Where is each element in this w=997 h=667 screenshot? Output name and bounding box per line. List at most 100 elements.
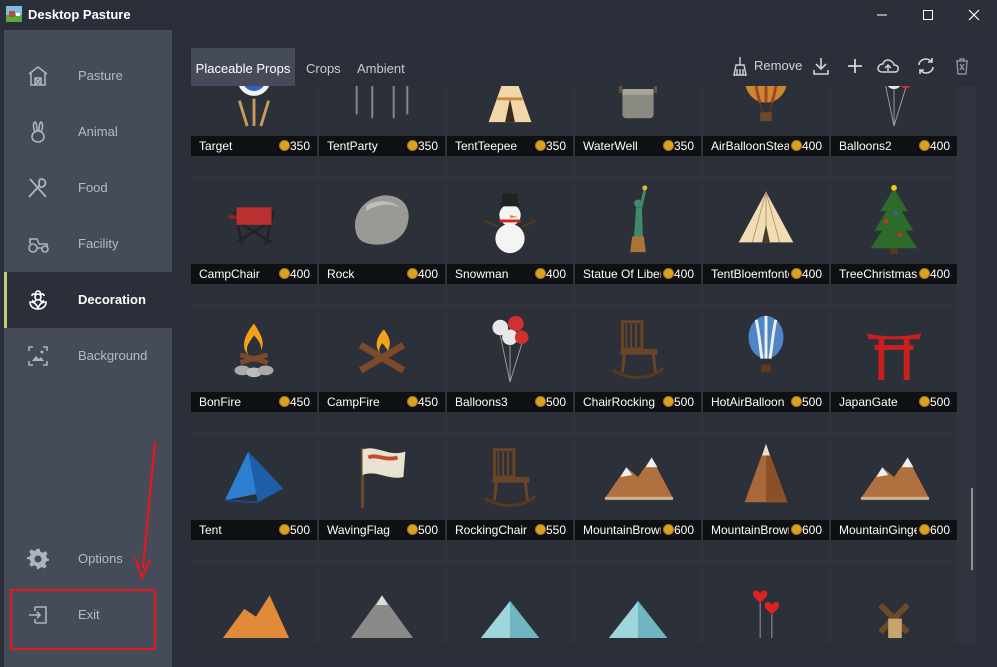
item-card[interactable] xyxy=(191,562,317,643)
item-card[interactable]: RockingChair 550 xyxy=(447,434,573,560)
item-card[interactable]: TentTeepee 350 xyxy=(447,86,573,176)
item-caption: Target 350 xyxy=(191,136,317,156)
cloud-upload-icon xyxy=(877,59,899,73)
item-price: 400 xyxy=(930,139,951,153)
item-price: 400 xyxy=(674,267,695,281)
refresh-icon xyxy=(918,58,934,74)
item-card[interactable]: TentBloemfontein 400 xyxy=(703,178,829,304)
upload-button[interactable] xyxy=(876,54,902,78)
item-caption: TreeChristmas 400 xyxy=(831,264,957,284)
coin-icon xyxy=(663,140,674,151)
download-icon xyxy=(813,58,829,75)
coin-icon xyxy=(663,268,674,279)
sidebar-item-background[interactable]: Background xyxy=(4,328,172,384)
item-card[interactable] xyxy=(831,562,957,643)
tab-ambient-decor[interactable]: Ambient Decor xyxy=(357,48,405,118)
item-price: 350 xyxy=(546,139,567,153)
close-button[interactable] xyxy=(951,0,997,30)
sidebar-item-pasture[interactable]: Pasture xyxy=(4,48,172,104)
item-caption: TentTeepee 350 xyxy=(447,136,573,156)
item-card[interactable]: WavingFlag 500 xyxy=(319,434,445,560)
archery-target-icon xyxy=(237,86,271,127)
item-card[interactable]: Tent 500 xyxy=(191,434,317,560)
item-card[interactable]: AirBalloonSteampunk 400 xyxy=(703,86,829,176)
item-name: AirBalloonSteampunk xyxy=(711,139,789,153)
item-card[interactable]: CampFire 450 xyxy=(319,306,445,432)
remove-button[interactable]: Remove xyxy=(730,54,802,78)
item-card[interactable]: Balloons3 500 xyxy=(447,306,573,432)
sidebar-item-facility[interactable]: Facility xyxy=(4,216,172,272)
sidebar-item-label: Background xyxy=(78,348,148,363)
item-price: 450 xyxy=(290,395,311,409)
item-card[interactable]: MountainGinger 600 xyxy=(831,434,957,560)
item-card[interactable] xyxy=(319,562,445,643)
item-price: 500 xyxy=(546,395,567,409)
item-caption: BonFire 450 xyxy=(191,392,317,412)
campfire-icon xyxy=(358,329,406,374)
item-caption: MountainBrown 600 xyxy=(703,520,829,540)
rocking-chair-icon xyxy=(483,448,537,507)
item-card[interactable]: Target 350 xyxy=(191,86,317,176)
item-card[interactable] xyxy=(447,562,573,643)
item-price: 500 xyxy=(802,395,823,409)
scrollbar-thumb[interactable] xyxy=(971,488,973,570)
minimize-button[interactable] xyxy=(859,0,905,30)
download-button[interactable] xyxy=(811,54,833,78)
coin-icon xyxy=(919,268,930,279)
item-card[interactable]: Rock 400 xyxy=(319,178,445,304)
item-name: TentTeepee xyxy=(455,139,518,153)
delete-button[interactable] xyxy=(952,54,972,78)
item-card[interactable]: HotAirBalloon 500 xyxy=(703,306,829,432)
item-card[interactable]: Statue Of Liberty 400 xyxy=(575,178,701,304)
item-caption: Balloons2 400 xyxy=(831,136,957,156)
sidebar-item-label: Facility xyxy=(78,236,119,251)
item-price: 500 xyxy=(930,395,951,409)
mountain-ice-icon xyxy=(608,601,668,639)
item-card[interactable]: Balloons2 400 xyxy=(831,86,957,176)
item-card[interactable] xyxy=(575,562,701,643)
water-well-icon xyxy=(619,86,657,119)
item-caption: MountainBrown 600 xyxy=(575,520,701,540)
rocking-chair-icon xyxy=(611,320,665,379)
sidebar-item-food[interactable]: Food xyxy=(4,160,172,216)
item-card[interactable]: MountainBrown 600 xyxy=(703,434,829,560)
item-price: 400 xyxy=(802,267,823,281)
item-card[interactable]: Snowman 400 xyxy=(447,178,573,304)
balloons-icon xyxy=(885,86,911,127)
item-card[interactable] xyxy=(703,562,829,643)
mountain-orange-icon xyxy=(222,595,290,639)
tractor-icon xyxy=(28,238,49,253)
rock-icon xyxy=(355,195,409,245)
coin-icon xyxy=(407,524,418,535)
coin-icon xyxy=(535,396,546,407)
air-balloon-icon xyxy=(745,86,787,122)
sidebar-item-decoration[interactable]: Decoration xyxy=(4,272,172,328)
item-caption: Statue Of Liberty 400 xyxy=(575,264,701,284)
item-card[interactable]: WaterWell 350 xyxy=(575,86,701,176)
sidebar-item-animal[interactable]: Animal xyxy=(4,104,172,160)
item-caption: CampFire 450 xyxy=(319,392,445,412)
sidebar-item-label: Food xyxy=(78,180,108,195)
item-card[interactable]: MountainBrown 600 xyxy=(575,434,701,560)
item-name: Snowman xyxy=(455,267,509,281)
maximize-button[interactable] xyxy=(905,0,951,30)
item-caption: CampChair 400 xyxy=(191,264,317,284)
item-card[interactable]: ChairRocking 500 xyxy=(575,306,701,432)
item-card[interactable]: CampChair 400 xyxy=(191,178,317,304)
tab-crops[interactable]: Crops xyxy=(306,48,341,86)
item-card[interactable]: TreeChristmas 400 xyxy=(831,178,957,304)
delete-icon xyxy=(956,58,968,75)
item-card[interactable]: BonFire 450 xyxy=(191,306,317,432)
gear-icon xyxy=(26,548,49,570)
item-name: Target xyxy=(199,139,233,153)
coin-icon xyxy=(791,268,802,279)
add-button[interactable] xyxy=(845,54,867,78)
tab-placeable-props[interactable]: Placeable Props xyxy=(191,48,295,86)
title-bar: Desktop Pasture xyxy=(0,0,997,30)
refresh-button[interactable] xyxy=(916,54,938,78)
teepee-icon xyxy=(488,86,532,123)
coin-icon xyxy=(919,140,930,151)
item-price: 500 xyxy=(418,523,439,537)
item-card[interactable]: JapanGate 500 xyxy=(831,306,957,432)
item-card[interactable]: TentParty 350 xyxy=(319,86,445,176)
